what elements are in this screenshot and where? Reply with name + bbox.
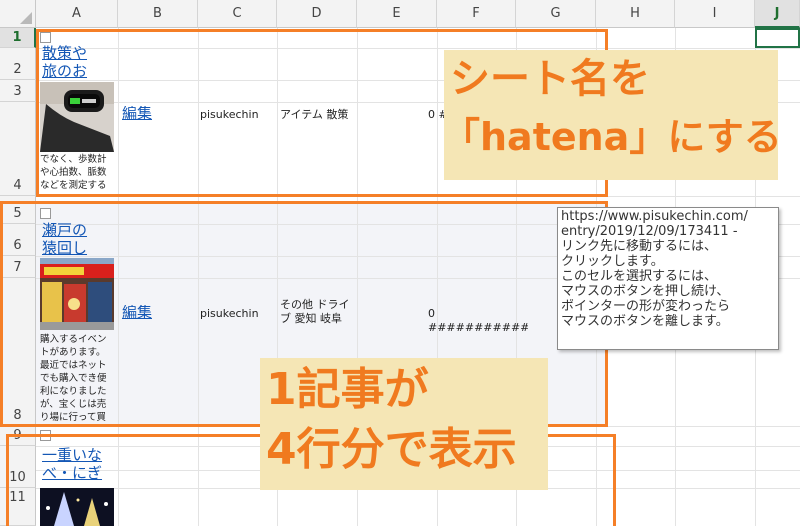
- selected-cell-j1[interactable]: [755, 28, 800, 48]
- row-header-2[interactable]: 2: [0, 48, 36, 80]
- note-line: 「hatena」にする: [442, 115, 782, 159]
- column-header-h[interactable]: H: [596, 0, 675, 28]
- tooltip-line: このセルを選択するには、: [561, 269, 718, 284]
- column-header-e[interactable]: E: [357, 0, 437, 28]
- column-header-i[interactable]: I: [675, 0, 755, 28]
- tooltip-line: クリックします。: [561, 254, 664, 269]
- tooltip-line: ポインターの形が変わったら: [561, 299, 731, 314]
- tooltip-line: https://www.pisukechin.com/: [561, 209, 748, 224]
- note-line: 1記事が: [266, 364, 429, 415]
- spreadsheet: A B C D E F G H I J 1 2 3 4 5 6 7 8 9 10…: [0, 0, 800, 526]
- select-all-triangle: [20, 12, 32, 24]
- column-header-a[interactable]: A: [36, 0, 118, 28]
- column-header-g[interactable]: G: [516, 0, 596, 28]
- select-all-corner[interactable]: [0, 0, 36, 28]
- sheet-name-note: シート名を 「hatena」にする: [442, 50, 782, 180]
- tooltip-line: マウスのボタンを離します。: [561, 314, 729, 329]
- note-line: 4行分で表示: [266, 424, 517, 475]
- row-header-1[interactable]: 1: [0, 28, 36, 48]
- column-header-f[interactable]: F: [437, 0, 516, 28]
- rows-per-article-note: 1記事が 4行分で表示: [260, 358, 548, 490]
- row-header-3[interactable]: 3: [0, 80, 36, 102]
- column-header-j[interactable]: J: [755, 0, 800, 28]
- row-header-4[interactable]: 4: [0, 102, 36, 196]
- tooltip-line: entry/2019/12/09/173411 -: [561, 224, 738, 239]
- column-header-d[interactable]: D: [277, 0, 357, 28]
- tooltip-line: リンク先に移動するには、: [561, 239, 718, 254]
- hyperlink-tooltip: https://www.pisukechin.com/ entry/2019/1…: [557, 207, 779, 350]
- column-header-c[interactable]: C: [198, 0, 277, 28]
- tooltip-line: マウスのボタンを押し続け、: [561, 284, 730, 299]
- note-line: シート名を: [450, 56, 650, 102]
- column-header-b[interactable]: B: [118, 0, 198, 28]
